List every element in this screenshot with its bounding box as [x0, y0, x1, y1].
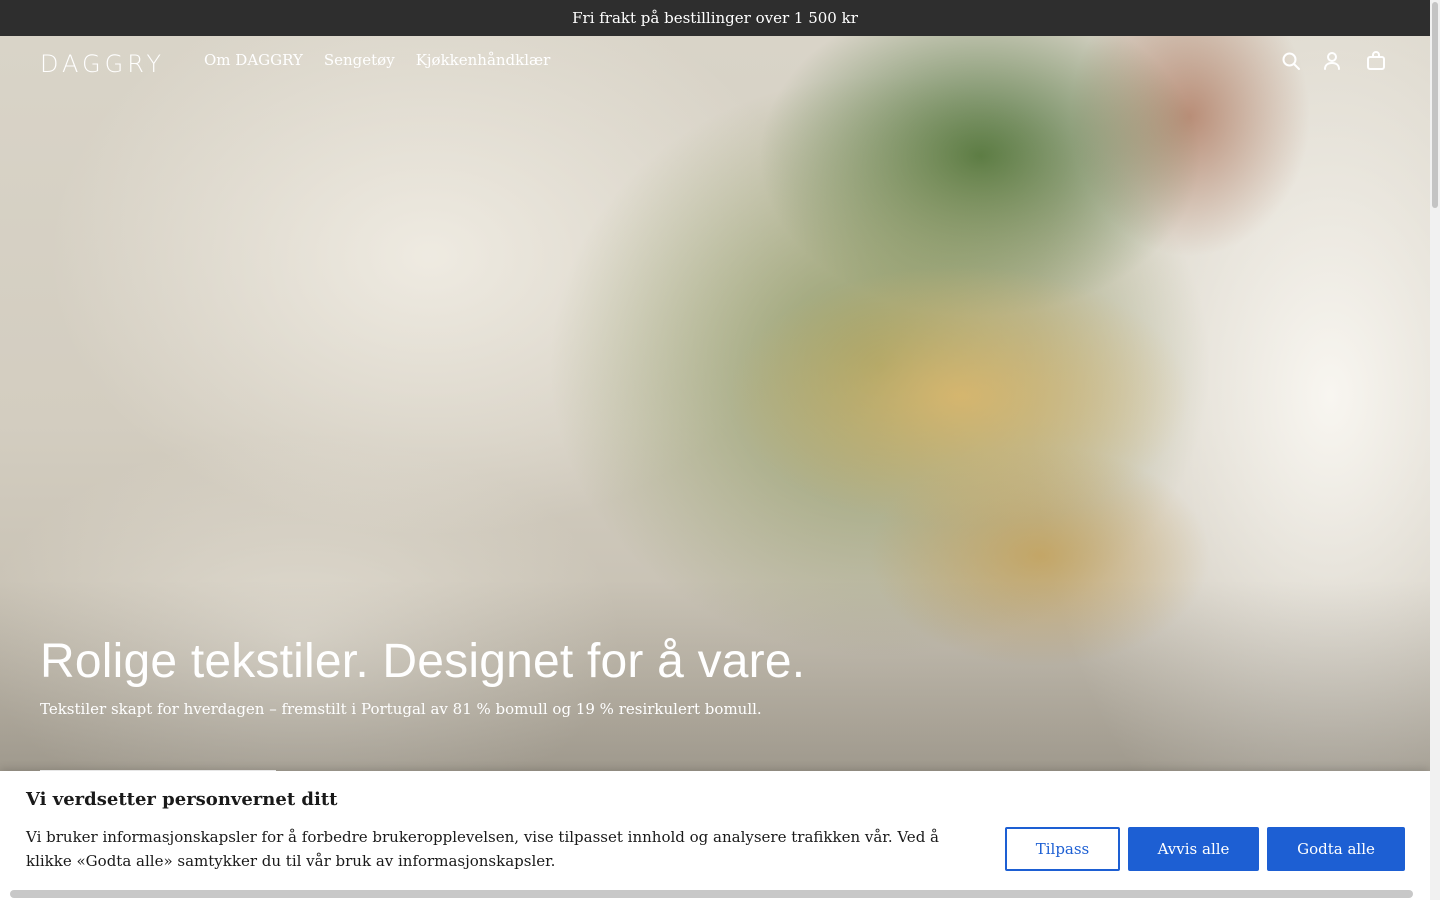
logo[interactable]: DAGGRY: [40, 50, 165, 78]
hero-title: Rolige tekstiler. Designet for å vare.: [40, 635, 806, 688]
cart-icon[interactable]: [1364, 49, 1388, 73]
announcement-text: Fri frakt på bestillinger over 1 500 kr: [572, 9, 858, 27]
accept-all-button[interactable]: Godta alle: [1267, 827, 1405, 871]
announcement-bar: Fri frakt på bestillinger over 1 500 kr: [0, 0, 1430, 36]
nav-link-om-daggry[interactable]: Om DAGGRY: [204, 51, 303, 69]
cookie-banner-text: Vi bruker informasjonskapsler for å forb…: [26, 828, 940, 870]
vertical-scrollbar-thumb[interactable]: [1432, 2, 1438, 208]
cookie-banner-title: Vi verdsetter personvernet ditt: [26, 789, 338, 810]
account-icon[interactable]: [1320, 49, 1344, 73]
customize-button[interactable]: Tilpass: [1005, 827, 1120, 871]
cookie-banner: Vi verdsetter personvernet ditt Vi bruke…: [0, 771, 1430, 900]
nav-link-kjokkenhandklaer[interactable]: Kjøkkenhåndklær: [416, 51, 551, 69]
site-header: DAGGRY Om DAGGRY Sengetøy Kjøkkenhåndklæ…: [0, 36, 1430, 88]
hero-subtitle: Tekstiler skapt for hverdagen – fremstil…: [40, 700, 762, 718]
search-icon[interactable]: [1279, 49, 1303, 73]
reject-all-button[interactable]: Avvis alle: [1128, 827, 1259, 871]
horizontal-scrollbar[interactable]: [10, 890, 1413, 898]
main-nav: Om DAGGRY Sengetøy Kjøkkenhåndklær: [204, 51, 550, 69]
nav-link-sengetoy[interactable]: Sengetøy: [324, 51, 395, 69]
